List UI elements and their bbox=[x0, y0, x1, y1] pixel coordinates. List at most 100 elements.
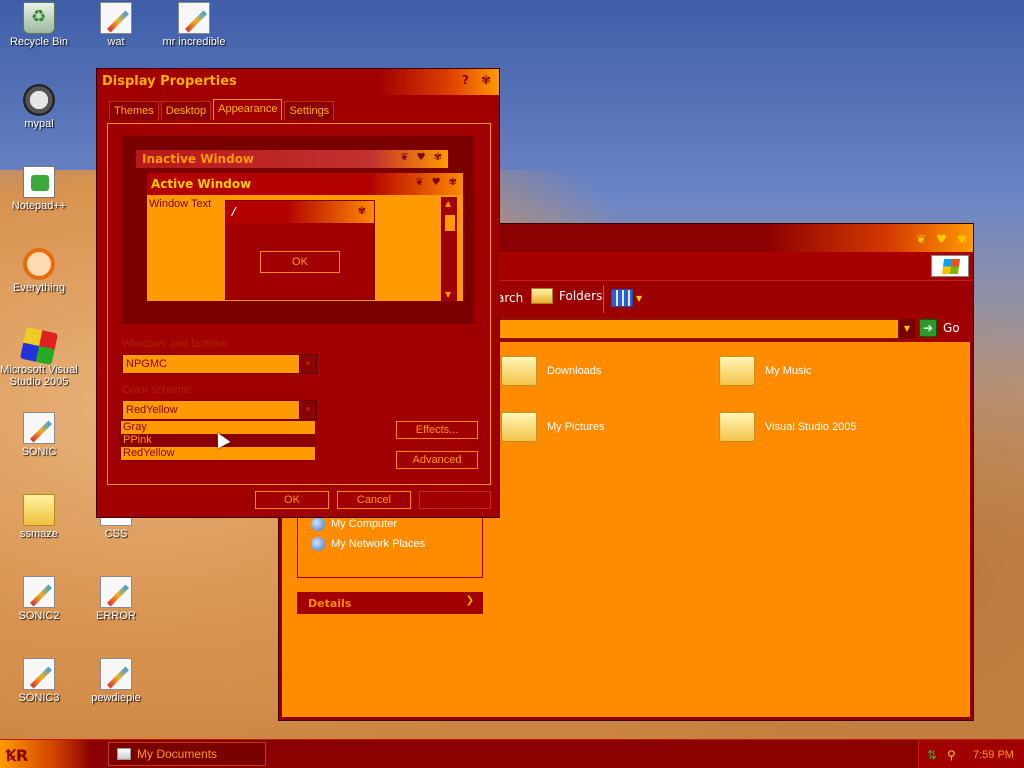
close-icon: ✾ bbox=[357, 206, 366, 217]
chevron-down-icon[interactable]: ▼ bbox=[299, 354, 317, 374]
music-folder-icon bbox=[719, 356, 755, 386]
desktop-icon-sonic[interactable]: SONIC bbox=[0, 412, 78, 458]
preview-message-titlebar: / ✾ bbox=[226, 201, 374, 223]
desktop-icon-label: SONIC2 bbox=[18, 610, 60, 622]
folder-icon bbox=[23, 494, 55, 526]
cancel-button[interactable]: Cancel bbox=[337, 491, 411, 509]
taskbar: ꝄR My Documents ⇅ ⚲ 7:59 PM bbox=[0, 739, 1024, 768]
file-item-downloads[interactable]: Downloads bbox=[501, 356, 601, 386]
preview-window-controls: ❦ ♥ ✾ bbox=[400, 152, 442, 163]
desktop-icon-error[interactable]: ERROR bbox=[77, 576, 155, 622]
dialog-title: Display Properties bbox=[102, 74, 237, 89]
apply-button bbox=[419, 491, 491, 509]
file-item-label: My Pictures bbox=[547, 421, 605, 433]
advanced-button[interactable]: Advanced bbox=[396, 451, 478, 469]
go-button[interactable]: ➔ Go bbox=[919, 319, 960, 337]
desktop-icon-pewdiepie[interactable]: pewdiepie bbox=[77, 658, 155, 704]
details-label: Details bbox=[308, 597, 352, 610]
desktop-icon-visual-studio[interactable]: Microsoft Visual Studio 2005 bbox=[0, 327, 78, 388]
start-button[interactable]: ꝄR bbox=[0, 740, 92, 768]
file-item-my-music[interactable]: My Music bbox=[719, 356, 811, 386]
desktop-icon-notepad-plus-plus[interactable]: Notepad++ bbox=[0, 166, 78, 212]
chevron-down-icon: ❯ bbox=[465, 595, 474, 606]
taskbar-item-my-documents[interactable]: My Documents bbox=[108, 742, 266, 766]
desktop-icon-label: SONIC3 bbox=[18, 692, 60, 704]
address-dropdown-icon[interactable]: ▼ bbox=[899, 319, 915, 339]
go-label: Go bbox=[943, 321, 960, 335]
desktop-icon-mr-incredible[interactable]: mr incredible bbox=[155, 2, 233, 48]
folders-button[interactable]: Folders bbox=[531, 288, 602, 304]
details-panel-header[interactable]: Details ❯ bbox=[297, 592, 483, 614]
folder-window-icon bbox=[117, 748, 131, 760]
maximize-icon[interactable]: ♥ bbox=[936, 232, 947, 246]
document-icon bbox=[100, 658, 132, 690]
search-tray-icon[interactable]: ⚲ bbox=[947, 749, 959, 761]
other-places-panel: My Computer My Network Places bbox=[297, 510, 483, 578]
folders-icon bbox=[531, 288, 553, 304]
desktop-icon-mypal[interactable]: mypal bbox=[0, 84, 78, 130]
tab-settings[interactable]: Settings bbox=[284, 101, 335, 120]
help-button[interactable]: ? bbox=[462, 73, 469, 87]
file-item-my-pictures[interactable]: My Pictures bbox=[501, 412, 604, 442]
tab-appearance[interactable]: Appearance bbox=[213, 99, 283, 120]
file-item-label: My Music bbox=[765, 365, 812, 377]
file-item-label: Visual Studio 2005 bbox=[765, 421, 857, 433]
document-icon bbox=[23, 412, 55, 444]
network-icon bbox=[311, 537, 325, 551]
side-link-my-network-places[interactable]: My Network Places bbox=[311, 537, 425, 551]
clock[interactable]: 7:59 PM bbox=[973, 749, 1014, 761]
everything-search-icon bbox=[23, 248, 55, 280]
maximize-icon: ♥ bbox=[416, 152, 426, 163]
network-tray-icon[interactable]: ⇅ bbox=[927, 749, 939, 761]
maximize-icon: ♥ bbox=[431, 177, 441, 188]
desktop-icon-recycle-bin[interactable]: Recycle Bin bbox=[0, 2, 78, 48]
preview-active-window: Active Window ❦ ♥ ✾ Window Text / ✾ OK ▲ ▼ bbox=[146, 172, 464, 302]
side-link-label: My Network Places bbox=[331, 538, 426, 550]
chevron-down-icon[interactable]: ▼ bbox=[299, 400, 317, 420]
desktop-icon-wat[interactable]: wat bbox=[77, 2, 155, 48]
dialog-titlebar[interactable]: Display Properties ? ✾ bbox=[97, 69, 499, 95]
close-icon[interactable]: ✾ bbox=[957, 232, 967, 246]
dialog-title-buttons: ? ✾ bbox=[462, 73, 491, 87]
minimize-icon[interactable]: ❦ bbox=[916, 232, 926, 246]
close-icon[interactable]: ✾ bbox=[481, 73, 491, 87]
color-scheme-select[interactable]: RedYellow ▼ bbox=[122, 400, 317, 420]
desktop-icon-sonic2[interactable]: SONIC2 bbox=[0, 576, 78, 622]
desktop-icon-label: Microsoft Visual Studio 2005 bbox=[0, 364, 78, 388]
scroll-thumb bbox=[445, 215, 455, 231]
windows-buttons-label: Windows and buttons: bbox=[122, 338, 231, 350]
search-button[interactable]: arch bbox=[497, 291, 523, 305]
scroll-up-icon: ▲ bbox=[445, 199, 452, 208]
folder-icon bbox=[719, 412, 755, 442]
tab-desktop[interactable]: Desktop bbox=[160, 101, 212, 120]
color-scheme-option-redyellow[interactable]: RedYellow bbox=[121, 447, 315, 460]
desktop-icon-label: mypal bbox=[24, 118, 54, 130]
preview-inactive-title: Inactive Window bbox=[142, 152, 255, 166]
effects-button[interactable]: Effects... bbox=[396, 421, 478, 439]
windows-buttons-select[interactable]: NPGMC ▼ bbox=[122, 354, 317, 374]
preview-window-text: Window Text bbox=[149, 198, 212, 210]
raccoon-icon bbox=[23, 84, 55, 116]
desktop-icon-label: pewdiepie bbox=[91, 692, 141, 704]
folder-icon bbox=[501, 356, 537, 386]
recycle-bin-icon bbox=[23, 2, 55, 34]
appearance-preview: Inactive Window ❦ ♥ ✾ Active Window ❦ ♥ ✾ Wi… bbox=[122, 136, 474, 324]
windows-logo-icon bbox=[931, 255, 969, 277]
ok-button[interactable]: OK bbox=[255, 491, 329, 509]
views-button[interactable]: ▼ bbox=[611, 289, 642, 307]
file-item-visual-studio-2005[interactable]: Visual Studio 2005 bbox=[719, 412, 857, 442]
close-icon: ✾ bbox=[433, 152, 442, 163]
tab-themes[interactable]: Themes bbox=[109, 101, 159, 120]
computer-icon bbox=[311, 517, 325, 531]
preview-message-title: / bbox=[232, 205, 237, 218]
desktop-icon-ssmaze[interactable]: ssmaze bbox=[0, 494, 78, 540]
desktop-icon-everything[interactable]: Everything bbox=[0, 248, 78, 294]
preview-active-titlebar: Active Window ❦ ♥ ✾ bbox=[147, 173, 463, 195]
dialog-tabs: Themes Desktop Appearance Settings bbox=[109, 99, 335, 120]
address-input[interactable] bbox=[495, 319, 899, 339]
visual-studio-icon bbox=[20, 327, 58, 365]
desktop-icon-sonic3[interactable]: SONIC3 bbox=[0, 658, 78, 704]
preview-scrollbar: ▲ ▼ bbox=[441, 197, 457, 301]
side-link-my-computer[interactable]: My Computer bbox=[311, 517, 397, 531]
go-arrow-icon: ➔ bbox=[919, 319, 937, 337]
